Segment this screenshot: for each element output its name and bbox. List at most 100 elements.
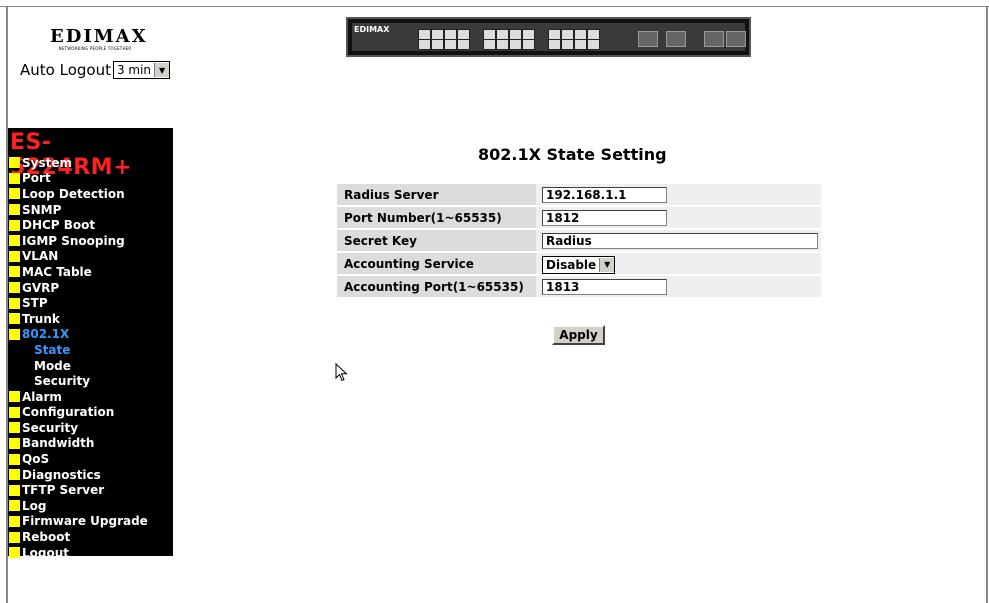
- sidebar-item-diagnostics[interactable]: Diagnostics: [8, 467, 173, 483]
- rj45-port: [431, 39, 444, 50]
- port-number-input[interactable]: 1812: [542, 209, 667, 226]
- sidebar-item-label: Security: [22, 420, 79, 435]
- sidebar-item-label: Alarm: [22, 389, 62, 404]
- chevron-down-icon[interactable]: ▼: [599, 257, 615, 272]
- yellow-square-icon: [9, 328, 20, 340]
- sidebar-item-qos[interactable]: QoS: [8, 451, 173, 467]
- sidebar-item-label: Bandwidth: [22, 436, 95, 451]
- sidebar-item-label: Firmware Upgrade: [22, 514, 148, 529]
- sidebar-item-802-1x[interactable]: 802.1X: [8, 327, 173, 343]
- radius-server-label: Radius Server: [337, 184, 536, 205]
- yellow-square-icon: [9, 235, 20, 247]
- radius-server-cell: 192.168.1.1: [536, 184, 821, 205]
- sidebar-item-dhcp-boot[interactable]: DHCP Boot: [8, 217, 173, 233]
- sidebar-item-mac-table[interactable]: MAC Table: [8, 264, 173, 280]
- sidebar-item-label: SNMP: [22, 202, 62, 217]
- rj45-port: [561, 39, 574, 50]
- rj45-port: [457, 39, 470, 50]
- sidebar-subitem-security[interactable]: Security: [8, 373, 173, 389]
- secret-key-input[interactable]: Radius: [542, 232, 818, 249]
- sidebar-item-loop-detection[interactable]: Loop Detection: [8, 186, 173, 202]
- sidebar-item-security[interactable]: Security: [8, 420, 173, 436]
- sidebar-item-label: Configuration: [22, 405, 115, 420]
- sidebar-item-label: Reboot: [22, 530, 71, 545]
- switch-logo: EDIMAX: [354, 25, 390, 34]
- sidebar-item-reboot[interactable]: Reboot: [8, 529, 173, 545]
- accounting-port-cell: 1813: [536, 276, 821, 297]
- yellow-square-icon: [9, 250, 20, 262]
- sidebar-item-label: Mode: [34, 358, 71, 373]
- yellow-square-icon: [9, 547, 20, 559]
- secret-key-label: Secret Key: [337, 230, 536, 251]
- sidebar-item-igmp-snooping[interactable]: IGMP Snooping: [8, 233, 173, 249]
- sidebar-item-snmp[interactable]: SNMP: [8, 202, 173, 218]
- page-title: 802.1X State Setting: [478, 145, 667, 164]
- table-row: Accounting Port(1~65535) 1813: [337, 276, 821, 297]
- sfp-port: [704, 31, 724, 47]
- yellow-square-icon: [9, 266, 20, 278]
- sidebar-item-alarm[interactable]: Alarm: [8, 389, 173, 405]
- table-row: Secret Key Radius: [337, 230, 821, 251]
- sidebar-item-label: Diagnostics: [22, 467, 101, 482]
- port-number-label: Port Number(1~65535): [337, 207, 536, 228]
- yellow-square-icon: [9, 484, 20, 496]
- rj45-port: [483, 39, 496, 50]
- auto-logout-value: 3 min: [116, 63, 152, 77]
- accounting-port-label: Accounting Port(1~65535): [337, 276, 536, 297]
- sidebar-item-label: VLAN: [22, 249, 59, 264]
- sidebar-menu-list: System Port Loop Detection SNMP DHCP Boo…: [8, 155, 173, 560]
- yellow-square-icon: [9, 500, 20, 512]
- frame-divider-right: [986, 6, 988, 603]
- sidebar-item-vlan[interactable]: VLAN: [8, 249, 173, 265]
- auto-logout-select[interactable]: 3 min ▼: [112, 61, 171, 79]
- logo-brand: EDIMAX: [50, 26, 148, 47]
- yellow-square-icon: [9, 157, 20, 169]
- window-top-border: [0, 0, 989, 7]
- accounting-service-cell: Disable ▼: [536, 253, 821, 274]
- sidebar-item-stp[interactable]: STP: [8, 295, 173, 311]
- table-row: Accounting Service Disable ▼: [337, 253, 821, 274]
- sidebar-item-logout[interactable]: Logout: [8, 545, 173, 561]
- yellow-square-icon: [9, 453, 20, 465]
- sfp-port: [726, 31, 746, 47]
- sidebar-item-label: System: [22, 155, 72, 170]
- sidebar-item-label: Port: [22, 171, 51, 186]
- sidebar-item-log[interactable]: Log: [8, 498, 173, 514]
- yellow-square-icon: [9, 188, 20, 200]
- sidebar-item-trunk[interactable]: Trunk: [8, 311, 173, 327]
- sidebar-item-bandwidth[interactable]: Bandwidth: [8, 436, 173, 452]
- yellow-square-icon: [9, 297, 20, 309]
- radius-server-input[interactable]: 192.168.1.1: [542, 186, 667, 203]
- accounting-port-input[interactable]: 1813: [542, 278, 667, 295]
- table-row: Port Number(1~65535) 1812: [337, 207, 821, 228]
- auto-logout-label: Auto Logout: [20, 61, 111, 79]
- sidebar-item-gvrp[interactable]: GVRP: [8, 280, 173, 296]
- sidebar-item-label: DHCP Boot: [22, 218, 96, 233]
- yellow-square-icon: [9, 219, 20, 231]
- accounting-service-select[interactable]: Disable ▼: [542, 255, 616, 274]
- sidebar-item-firmware-upgrade[interactable]: Firmware Upgrade: [8, 514, 173, 530]
- sfp-port: [638, 31, 658, 47]
- chevron-down-icon[interactable]: ▼: [154, 63, 170, 77]
- sidebar-item-label: IGMP Snooping: [22, 233, 125, 248]
- sidebar-item-port[interactable]: Port: [8, 171, 173, 187]
- sidebar-item-label: Trunk: [22, 311, 60, 326]
- sidebar-item-label: 802.1X: [22, 327, 70, 342]
- yellow-square-icon: [9, 422, 20, 434]
- yellow-square-icon: [9, 282, 20, 294]
- sidebar-subitem-mode[interactable]: Mode: [8, 358, 173, 374]
- sidebar-subitem-state[interactable]: State: [8, 342, 173, 358]
- sidebar-item-label: Security: [34, 374, 91, 389]
- sidebar-item-label: GVRP: [22, 280, 60, 295]
- sfp-port: [666, 31, 686, 47]
- rj45-port: [548, 39, 561, 50]
- sidebar-item-tftp-server[interactable]: TFTP Server: [8, 482, 173, 498]
- yellow-square-icon: [9, 391, 20, 403]
- edimax-logo: EDIMAX NETWORKING PEOPLE TOGETHER: [50, 26, 148, 52]
- sidebar-item-system[interactable]: System: [8, 155, 173, 171]
- sidebar-item-label: STP: [22, 296, 48, 311]
- yellow-square-icon: [9, 204, 20, 216]
- sidebar-item-configuration[interactable]: Configuration: [8, 405, 173, 421]
- apply-button[interactable]: Apply: [552, 325, 605, 345]
- rj45-port: [496, 39, 509, 50]
